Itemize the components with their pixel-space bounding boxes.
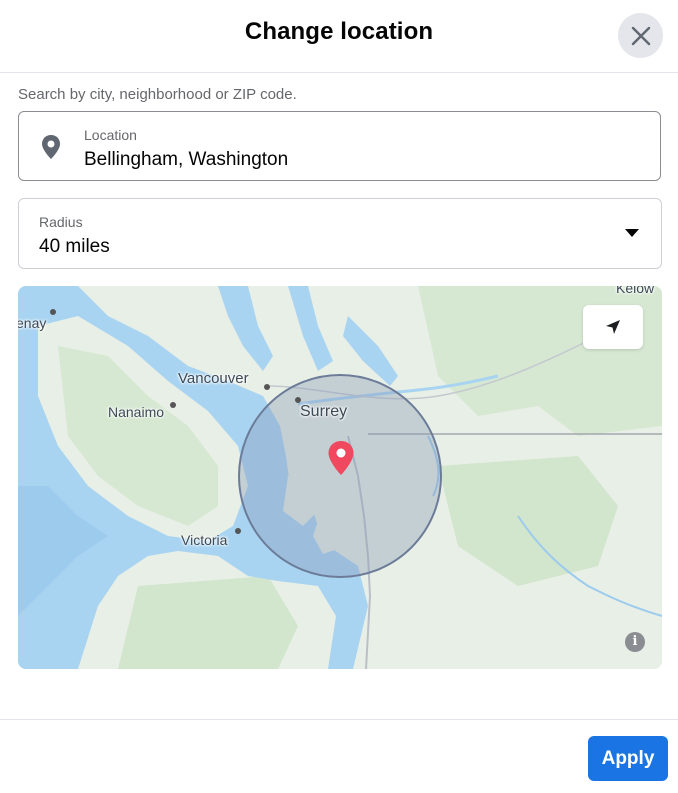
map-label-nanaimo: Nanaimo bbox=[108, 404, 165, 420]
navigation-arrow-icon bbox=[606, 320, 620, 334]
caret-down-icon bbox=[625, 229, 639, 237]
map-pin-marker-icon bbox=[328, 441, 354, 475]
map-view[interactable]: Vancouver Surrey Nanaimo Victoria Kelow … bbox=[18, 286, 662, 669]
map-label-surrey: Surrey bbox=[300, 403, 348, 420]
map-graphic bbox=[18, 286, 662, 669]
map-label-kelowna-partial: Kelow bbox=[616, 286, 655, 296]
close-icon bbox=[631, 26, 650, 45]
radius-select[interactable]: Radius 40 miles bbox=[18, 198, 662, 269]
map-label-vancouver: Vancouver bbox=[178, 370, 249, 387]
search-hint: Search by city, neighborhood or ZIP code… bbox=[18, 86, 297, 103]
dialog-header: Change location bbox=[0, 0, 678, 73]
map-pin-icon bbox=[42, 135, 60, 159]
apply-button[interactable]: Apply bbox=[588, 736, 668, 781]
map-label-left-partial: enay bbox=[18, 315, 47, 331]
dialog-title: Change location bbox=[244, 18, 434, 45]
footer-divider bbox=[0, 719, 678, 720]
radius-value: 40 miles bbox=[39, 236, 110, 257]
change-location-dialog: Change location Search by city, neighbor… bbox=[0, 0, 678, 793]
map-label-victoria: Victoria bbox=[181, 532, 228, 548]
close-button[interactable] bbox=[618, 13, 663, 58]
info-icon[interactable]: i bbox=[625, 632, 645, 652]
radius-label: Radius bbox=[39, 214, 83, 230]
location-label: Location bbox=[84, 127, 137, 143]
location-input[interactable]: Location Bellingham, Washington bbox=[18, 111, 661, 181]
location-value: Bellingham, Washington bbox=[84, 149, 289, 170]
locate-me-button[interactable] bbox=[583, 305, 643, 349]
